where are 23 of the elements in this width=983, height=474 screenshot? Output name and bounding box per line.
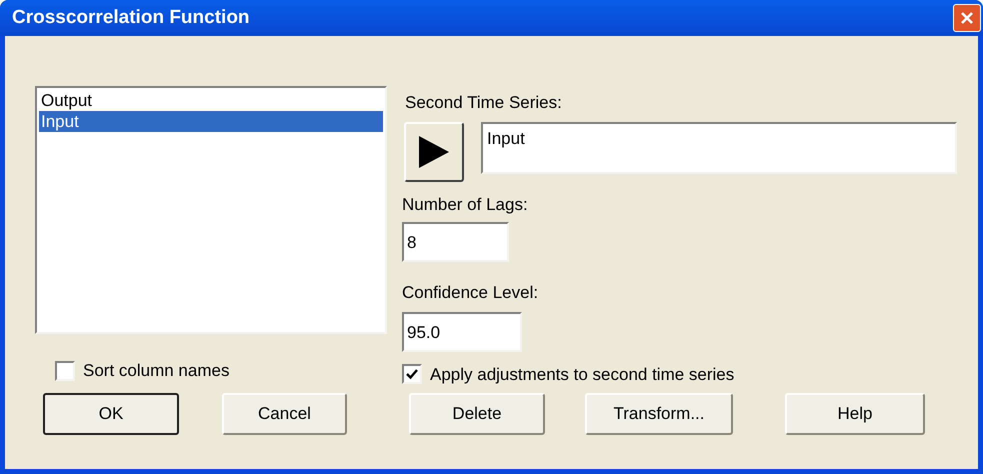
- dialog-button[interactable]: OK: [43, 393, 179, 435]
- play-arrow-icon: [417, 134, 451, 170]
- checkbox-label: Sort column names: [83, 360, 230, 382]
- list-item[interactable]: Output: [39, 90, 383, 111]
- lags-input-field[interactable]: 8: [402, 222, 509, 262]
- checkmark-icon: [406, 368, 418, 380]
- checkbox[interactable]: [55, 360, 75, 381]
- checkbox-label: Apply adjustments to second time series: [430, 364, 734, 386]
- series-input-field[interactable]: Input: [481, 122, 957, 174]
- list-item[interactable]: Input: [39, 111, 383, 132]
- close-icon: [960, 11, 974, 25]
- close-button[interactable]: [953, 4, 981, 32]
- select-arrow-button[interactable]: [404, 122, 464, 182]
- field-label: Confidence Level:: [402, 282, 540, 304]
- field-label: Number of Lags:: [402, 194, 529, 216]
- dialog-button[interactable]: Help: [785, 393, 925, 435]
- checkbox[interactable]: [402, 364, 422, 384]
- dialog-button[interactable]: Transform...: [585, 393, 733, 435]
- dialog-button[interactable]: Delete: [409, 393, 545, 435]
- window-title: Crosscorrelation Function: [12, 6, 250, 30]
- field-label: Second Time Series:: [405, 92, 563, 114]
- dialog-button[interactable]: Cancel: [222, 393, 347, 435]
- confidence-input-field[interactable]: 95.0: [402, 312, 522, 352]
